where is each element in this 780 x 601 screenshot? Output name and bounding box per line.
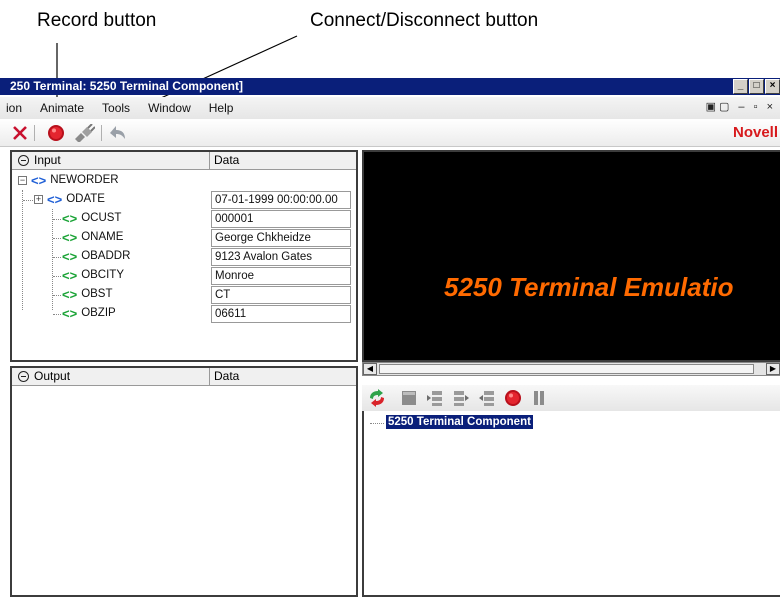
output-header-label: Output xyxy=(34,369,71,383)
field-label: OCUST xyxy=(81,212,122,224)
step-over-icon[interactable] xyxy=(452,389,470,407)
output-data-column-header[interactable]: Data xyxy=(211,368,239,385)
tree-row-obzip[interactable]: <> OBZIP 06611 xyxy=(12,304,356,323)
scroll-left-icon[interactable]: ◀ xyxy=(363,363,377,375)
menu-item-animate[interactable]: Animate xyxy=(40,101,92,115)
tree-root-row[interactable]: − <> NEWORDER xyxy=(12,171,356,190)
tree-root-label: NEWORDER xyxy=(50,174,119,186)
maximize-button[interactable]: □ xyxy=(749,79,764,94)
input-header-label: Input xyxy=(34,153,61,167)
tree-row-obcity[interactable]: <> OBCITY Monroe xyxy=(12,266,356,285)
terminal-emulation-view[interactable]: 5250 Terminal Emulatio xyxy=(362,150,780,362)
tree-row-odate[interactable]: + <> ODATE 07-01-1999 00:00:00.00 xyxy=(12,190,356,209)
connect-button-callout: Connect/Disconnect button xyxy=(310,10,539,31)
field-value[interactable]: George Chkheidze xyxy=(211,229,351,247)
field-value[interactable]: 06611 xyxy=(211,305,351,323)
scroll-right-icon[interactable]: ▶ xyxy=(766,363,780,375)
tree-row-oname[interactable]: <> ONAME George Chkheidze xyxy=(12,228,356,247)
menu-item-help[interactable]: Help xyxy=(209,101,242,115)
output-column-header[interactable]: Output xyxy=(12,368,210,385)
screenshot-root: Record button Connect/Disconnect button … xyxy=(0,0,780,601)
window-titlebar[interactable]: 250 Terminal: 5250 Terminal Component] xyxy=(0,78,780,95)
expand-tree-icon[interactable]: + xyxy=(34,195,43,204)
field-value[interactable]: Monroe xyxy=(211,267,351,285)
data-column-header[interactable]: Data xyxy=(211,152,239,169)
undo-icon[interactable] xyxy=(107,123,127,143)
element-tag-icon: <> xyxy=(62,268,78,283)
component-tree-node[interactable]: 5250 Terminal Component xyxy=(386,415,533,429)
window-title: 250 Terminal: 5250 Terminal Component] xyxy=(10,79,243,93)
record-icon[interactable] xyxy=(46,123,66,143)
refresh-icon[interactable] xyxy=(368,389,386,407)
element-tag-icon: <> xyxy=(62,211,78,226)
field-label: OBCITY xyxy=(81,269,124,281)
menu-bar: ion Animate Tools Window Help xyxy=(0,97,780,119)
tree-row-ocust[interactable]: <> OCUST 000001 xyxy=(12,209,356,228)
horizontal-scrollbar[interactable]: ◀ ▶ xyxy=(362,362,780,376)
scrollbar-thumb[interactable] xyxy=(379,364,754,374)
menu-item-action[interactable]: ion xyxy=(6,101,30,115)
window-controls: _ □ × xyxy=(733,79,780,94)
tree-row-obaddr[interactable]: <> OBADDR 9123 Avalon Gates xyxy=(12,247,356,266)
novell-logo: Novell xyxy=(732,124,778,141)
input-column-header[interactable]: Input xyxy=(12,152,210,169)
animation-toolbar xyxy=(362,385,780,411)
tree-row-obst[interactable]: <> OBST CT xyxy=(12,285,356,304)
record-animation-icon[interactable] xyxy=(504,389,522,407)
connect-disconnect-icon[interactable] xyxy=(72,123,96,143)
menu-item-window[interactable]: Window xyxy=(148,101,199,115)
element-tag-icon: <> xyxy=(31,173,47,188)
pause-icon[interactable] xyxy=(530,389,548,407)
field-label: OBADDR xyxy=(81,250,131,262)
element-tag-icon: <> xyxy=(62,306,78,321)
element-tag-icon: <> xyxy=(47,192,63,207)
component-tree-panel: 5250 Terminal Component xyxy=(362,411,780,597)
collapse-icon[interactable] xyxy=(18,371,29,382)
mdi-window-controls[interactable]: ▣▢ – ▫ × xyxy=(706,100,776,113)
field-value[interactable]: 000001 xyxy=(211,210,351,228)
close-window-button[interactable]: × xyxy=(765,79,780,94)
collapse-tree-icon[interactable]: − xyxy=(18,176,27,185)
collapse-icon[interactable] xyxy=(18,155,29,166)
terminal-banner: 5250 Terminal Emulatio xyxy=(444,272,734,302)
close-icon[interactable] xyxy=(10,123,30,143)
field-label: OBST xyxy=(81,288,113,300)
output-panel: Output Data xyxy=(10,366,358,597)
minimize-button[interactable]: _ xyxy=(733,79,748,94)
field-label: OBZIP xyxy=(81,307,116,319)
step-into-icon[interactable] xyxy=(426,389,444,407)
element-tag-icon: <> xyxy=(62,249,78,264)
stop-icon[interactable] xyxy=(400,389,418,407)
step-out-icon[interactable] xyxy=(478,389,496,407)
field-value[interactable]: 9123 Avalon Gates xyxy=(211,248,351,266)
output-panel-header: Output Data xyxy=(12,368,356,386)
field-label: ONAME xyxy=(81,231,124,243)
menu-item-tools[interactable]: Tools xyxy=(102,101,138,115)
field-value[interactable]: CT xyxy=(211,286,351,304)
element-tag-icon: <> xyxy=(62,230,78,245)
record-button-callout: Record button xyxy=(37,10,157,31)
input-panel: Input Data − <> NEWORDER + <> ODATE 07-0… xyxy=(10,150,358,362)
input-panel-header: Input Data xyxy=(12,152,356,170)
field-label: ODATE xyxy=(66,193,105,205)
field-value[interactable]: 07-01-1999 00:00:00.00 xyxy=(211,191,351,209)
element-tag-icon: <> xyxy=(62,287,78,302)
main-toolbar xyxy=(0,119,780,147)
